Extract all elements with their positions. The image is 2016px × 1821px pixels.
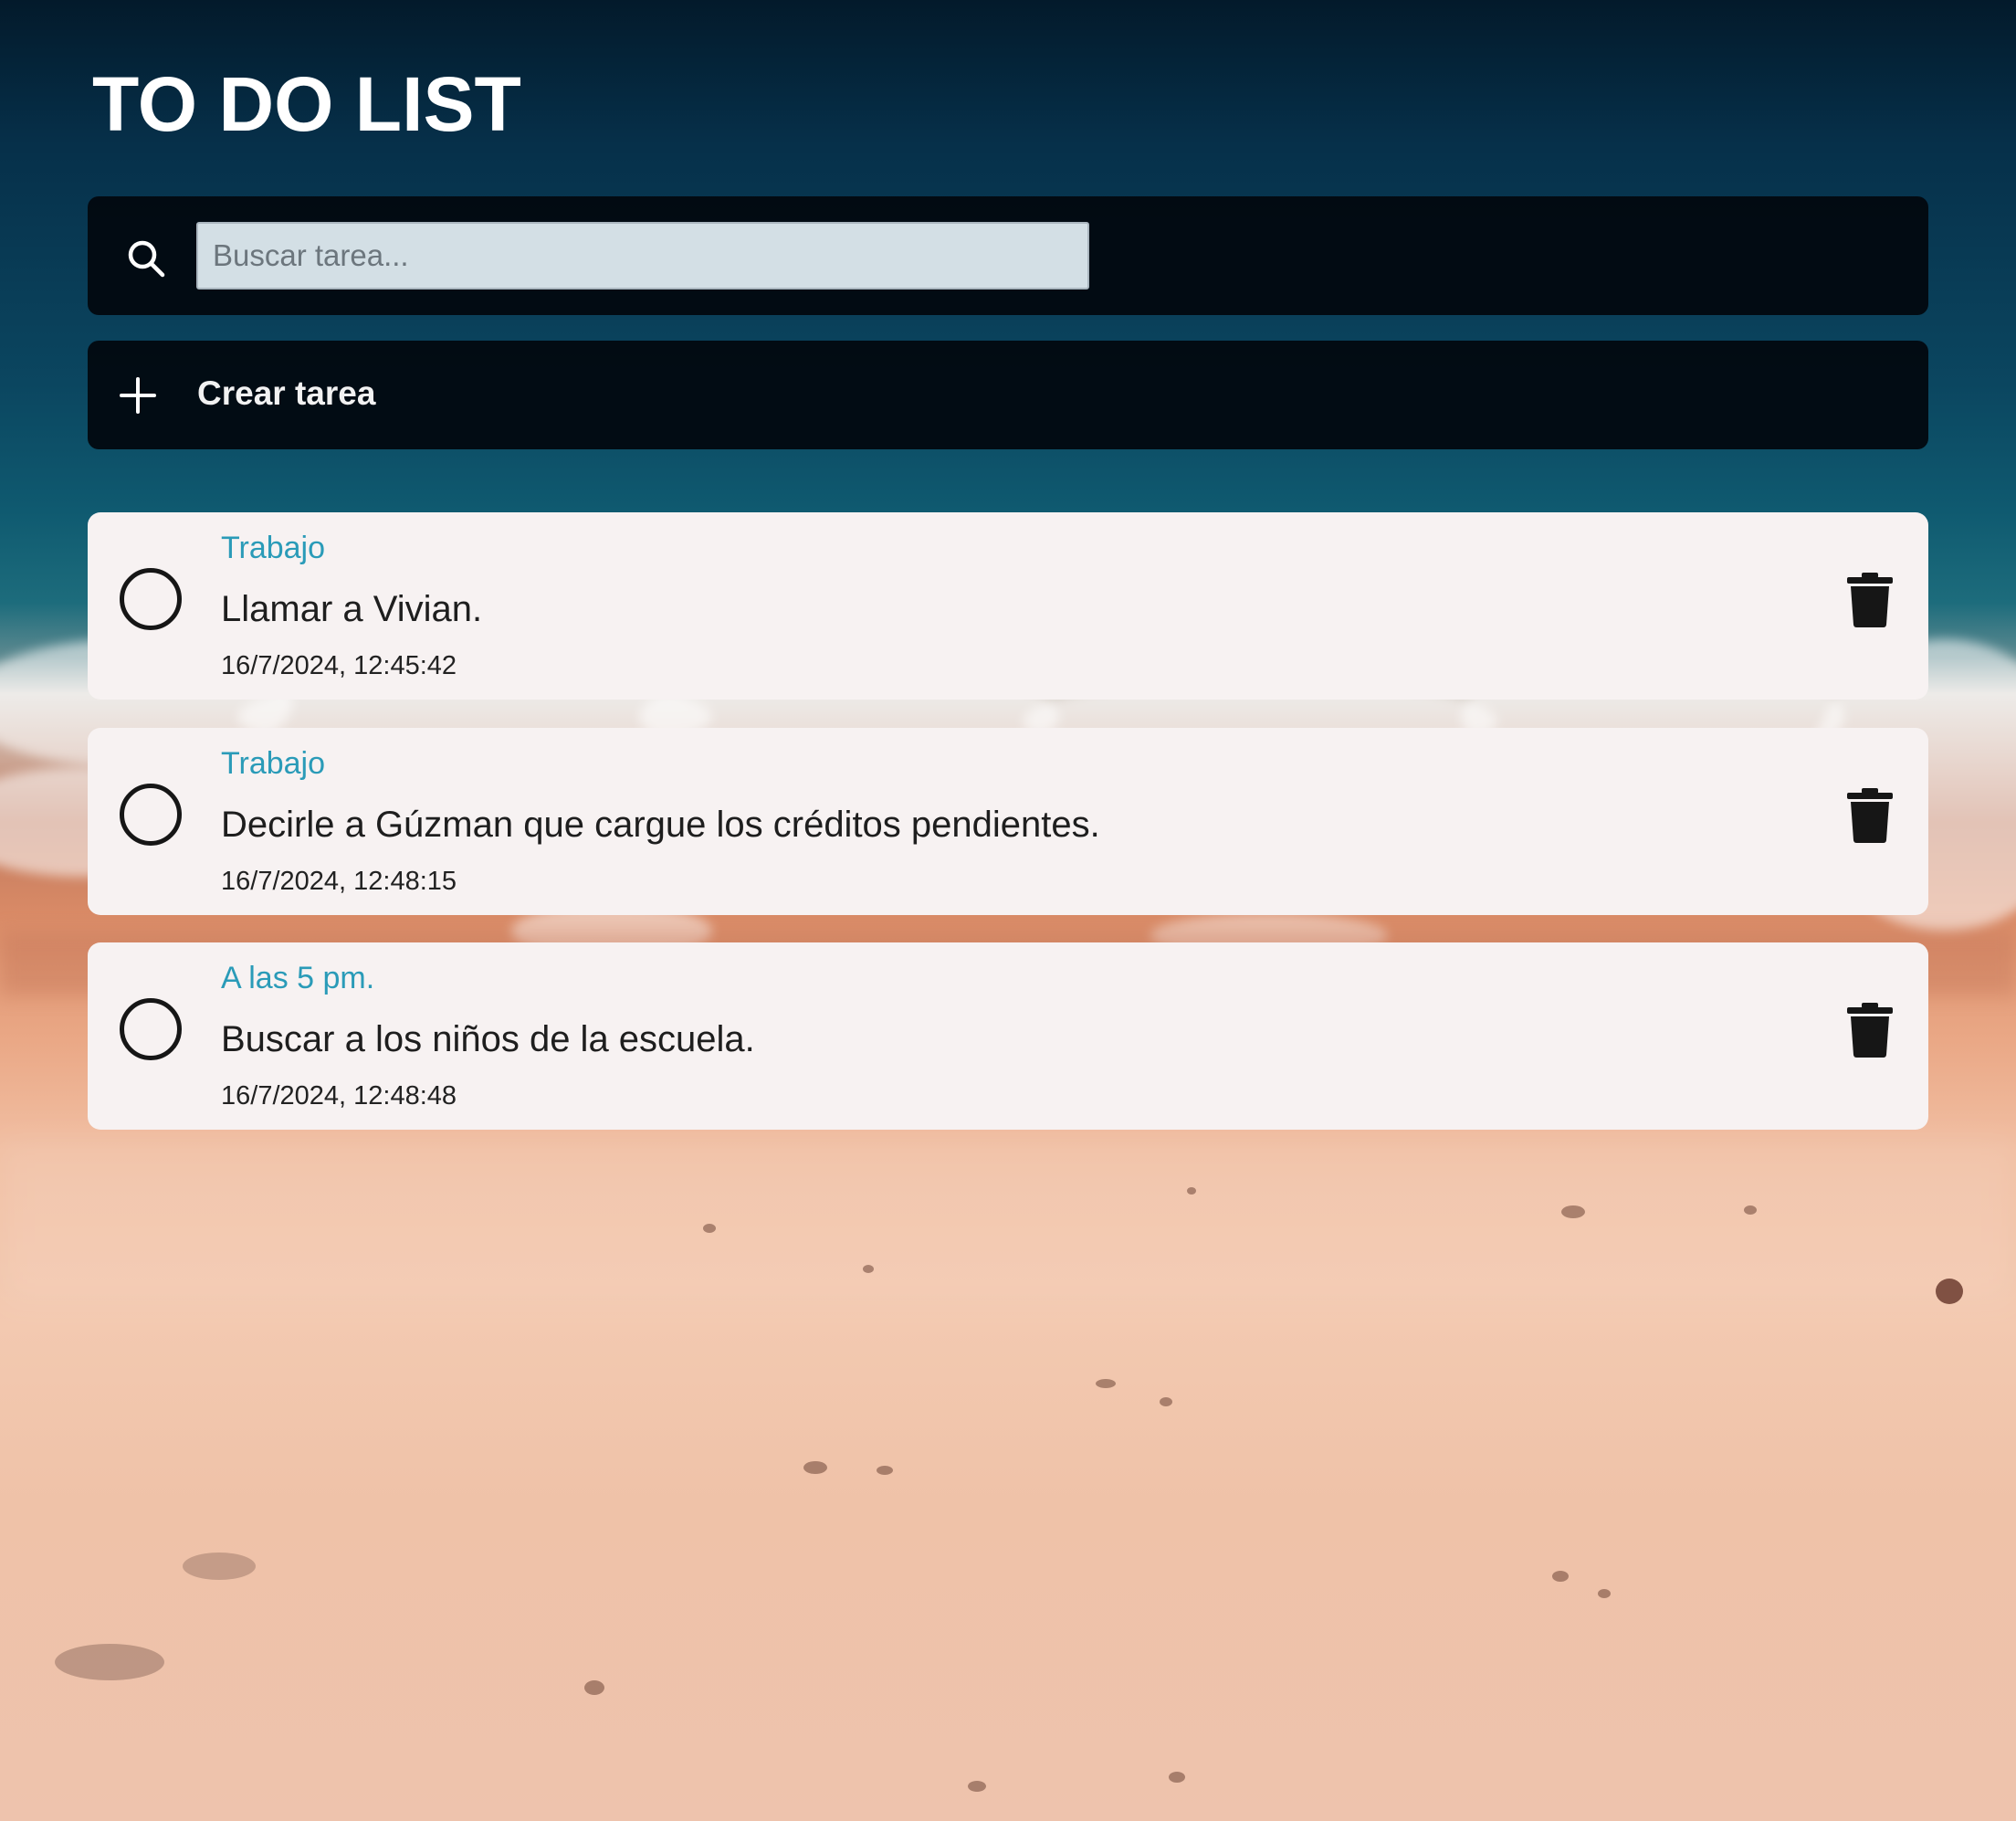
task-text: Decirle a Gúzman que cargue los créditos…: [221, 805, 1100, 845]
task-text: Llamar a Vivian.: [221, 589, 483, 629]
task-category: Trabajo: [221, 746, 326, 781]
task-category: Trabajo: [221, 531, 326, 565]
task-date: 16/7/2024, 12:48:48: [221, 1081, 457, 1110]
task-complete-toggle[interactable]: [120, 998, 182, 1060]
task-complete-toggle[interactable]: [120, 784, 182, 846]
trash-icon[interactable]: [1846, 1002, 1894, 1058]
search-input[interactable]: [196, 222, 1089, 289]
task-date: 16/7/2024, 12:48:15: [221, 867, 457, 896]
page-title: TO DO LIST: [92, 61, 521, 147]
plus-icon[interactable]: [119, 376, 157, 415]
task-category: A las 5 pm.: [221, 961, 375, 995]
search-icon[interactable]: [124, 237, 168, 280]
task-text: Buscar a los niños de la escuela.: [221, 1019, 755, 1059]
task-date: 16/7/2024, 12:45:42: [221, 651, 457, 680]
task-complete-toggle[interactable]: [120, 568, 182, 630]
trash-icon[interactable]: [1846, 787, 1894, 844]
create-task-label[interactable]: Crear tarea: [197, 373, 375, 415]
trash-icon[interactable]: [1846, 572, 1894, 628]
